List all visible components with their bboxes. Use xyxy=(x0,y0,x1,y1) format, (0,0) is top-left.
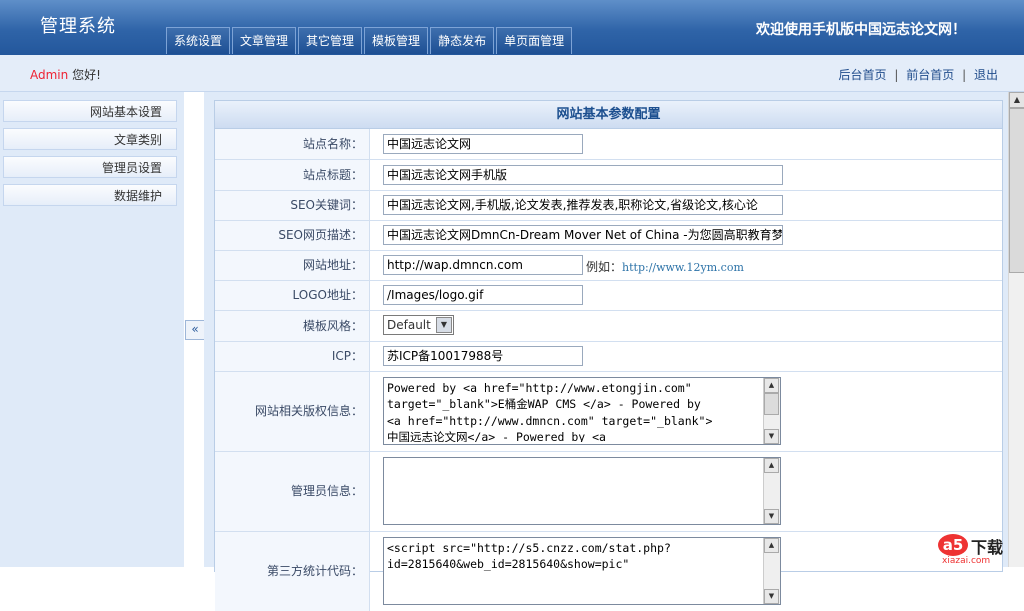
link-separator: | xyxy=(894,68,899,82)
form-title: 网站基本参数配置 xyxy=(215,101,1002,129)
sub-bar: Admin 您好! 后台首页 | 前台首页 | 退出 xyxy=(0,55,1024,92)
settings-form: 网站基本参数配置 站点名称： 中国远志论文网 站点标题： 中国远志论文网手机版 … xyxy=(214,100,1003,611)
row-stats-code: 第三方统计代码： <script src="http://s5.cnzz.com… xyxy=(215,532,1002,611)
nav-tab-template-management[interactable]: 模板管理 xyxy=(364,27,429,54)
copyright-text: Powered by <a href="http://www.etongjin.… xyxy=(387,381,713,442)
page-scrollbar[interactable]: ▲ xyxy=(1008,92,1024,567)
admin-info-textarea[interactable]: ▲ ▼ xyxy=(383,457,781,525)
site-url-label: 网站地址： xyxy=(215,251,370,280)
scroll-up-icon[interactable]: ▲ xyxy=(1009,92,1024,108)
main-nav: 系统设置 文章管理 其它管理 模板管理 静态发布 单页面管理 xyxy=(166,27,574,55)
app-title: 管理系统 xyxy=(40,16,116,37)
logo-label: LOGO地址： xyxy=(215,281,370,310)
scroll-up-icon[interactable]: ▲ xyxy=(764,458,779,473)
logout-link[interactable]: 退出 xyxy=(974,68,998,82)
nav-tab-other-management[interactable]: 其它管理 xyxy=(298,27,363,54)
admin-info-label: 管理员信息： xyxy=(215,452,370,531)
main-content: 网站基本参数配置 站点名称： 中国远志论文网 站点标题： 中国远志论文网手机版 … xyxy=(204,92,1009,611)
logo-url-input[interactable]: /Images/logo.gif xyxy=(383,285,583,305)
row-logo: LOGO地址： /Images/logo.gif xyxy=(215,281,1002,311)
a5-watermark-logo: a5 下载 xiazai.com xyxy=(938,532,1020,566)
seo-description-label: SEO网页描述： xyxy=(215,221,370,250)
row-site-name: 站点名称： 中国远志论文网 xyxy=(215,129,1002,160)
top-links: 后台首页 | 前台首页 | 退出 xyxy=(839,66,998,83)
username: Admin xyxy=(30,68,69,82)
scroll-up-icon[interactable]: ▲ xyxy=(764,538,779,553)
template-select[interactable]: Default ▼ xyxy=(383,315,454,335)
page-scroll-thumb[interactable] xyxy=(1009,108,1024,273)
a5-logo-mark: a5 xyxy=(938,534,968,556)
site-name-label: 站点名称： xyxy=(215,129,370,159)
admin-info-text xyxy=(387,460,760,522)
sidebar-item-admin-settings[interactable]: 管理员设置 xyxy=(3,156,177,178)
copyright-textarea[interactable]: Powered by <a href="http://www.etongjin.… xyxy=(383,377,781,445)
watermark-download-text: 下载 xyxy=(971,538,1004,557)
backend-home-link[interactable]: 后台首页 xyxy=(839,68,887,82)
seo-description-input[interactable]: 中国远志论文网DmnCn-Dream Mover Net of China -为… xyxy=(383,225,783,245)
row-template: 模板风格： Default ▼ xyxy=(215,311,1002,342)
user-greeting: Admin 您好! xyxy=(30,66,101,83)
scroll-down-icon[interactable]: ▼ xyxy=(764,589,779,604)
scroll-down-icon[interactable]: ▼ xyxy=(764,429,779,444)
scroll-up-icon[interactable]: ▲ xyxy=(764,378,779,393)
template-label: 模板风格： xyxy=(215,311,370,341)
greeting-text: 您好! xyxy=(72,68,101,82)
nav-tab-article-management[interactable]: 文章管理 xyxy=(232,27,297,54)
site-url-hint: 例如：http://www.12ym.com xyxy=(586,258,744,275)
stats-code-label: 第三方统计代码： xyxy=(215,532,370,611)
row-site-title: 站点标题： 中国远志论文网手机版 xyxy=(215,160,1002,191)
row-copyright: 网站相关版权信息： Powered by <a href="http://www… xyxy=(215,372,1002,452)
seo-keywords-label: SEO关键词： xyxy=(215,191,370,220)
site-name-input[interactable]: 中国远志论文网 xyxy=(383,134,583,154)
stats-code-text: <script src="http://s5.cnzz.com/stat.php… xyxy=(387,541,671,572)
collapse-sidebar-button[interactable]: « xyxy=(185,320,205,340)
site-url-input[interactable]: http://wap.dmncn.com xyxy=(383,255,583,275)
stats-code-scrollbar[interactable]: ▲ ▼ xyxy=(763,538,780,604)
row-icp: ICP： 苏ICP备10017988号 xyxy=(215,342,1002,372)
nav-tab-static-publish[interactable]: 静态发布 xyxy=(430,27,495,54)
icp-input[interactable]: 苏ICP备10017988号 xyxy=(383,346,583,366)
sidebar-item-site-basic-settings[interactable]: 网站基本设置 xyxy=(3,100,177,122)
copyright-scrollbar[interactable]: ▲ ▼ xyxy=(763,378,780,444)
nav-tab-system-settings[interactable]: 系统设置 xyxy=(166,27,231,54)
row-admin-info: 管理员信息： ▲ ▼ xyxy=(215,452,1002,532)
site-url-example: http://www.12ym.com xyxy=(622,261,744,274)
scroll-down-icon[interactable]: ▼ xyxy=(764,509,779,524)
admin-info-scrollbar[interactable]: ▲ ▼ xyxy=(763,458,780,524)
icp-label: ICP： xyxy=(215,342,370,371)
chevron-down-icon: ▼ xyxy=(436,317,452,333)
copyright-label: 网站相关版权信息： xyxy=(215,372,370,451)
welcome-message: 欢迎使用手机版中国远志论文网！ xyxy=(756,22,966,38)
sidebar-item-article-categories[interactable]: 文章类别 xyxy=(3,128,177,150)
header: 管理系统 系统设置 文章管理 其它管理 模板管理 静态发布 单页面管理 欢迎使用… xyxy=(0,0,1024,55)
site-title-label: 站点标题： xyxy=(215,160,370,190)
row-seo-keywords: SEO关键词： 中国远志论文网,手机版,论文发表,推荐发表,职称论文,省级论文,… xyxy=(215,191,1002,221)
frontend-home-link[interactable]: 前台首页 xyxy=(906,68,954,82)
row-site-url: 网站地址： http://wap.dmncn.com 例如：http://www… xyxy=(215,251,1002,281)
nav-tab-single-page-management[interactable]: 单页面管理 xyxy=(496,27,573,54)
sidebar-item-data-maintenance[interactable]: 数据维护 xyxy=(3,184,177,206)
row-seo-description: SEO网页描述： 中国远志论文网DmnCn-Dream Mover Net of… xyxy=(215,221,1002,251)
stats-code-textarea[interactable]: <script src="http://s5.cnzz.com/stat.php… xyxy=(383,537,781,605)
template-selected-value: Default xyxy=(387,318,431,332)
seo-keywords-input[interactable]: 中国远志论文网,手机版,论文发表,推荐发表,职称论文,省级论文,核心论 xyxy=(383,195,783,215)
watermark-site-text: xiazai.com xyxy=(942,556,991,566)
site-url-hint-label: 例如： xyxy=(586,260,623,274)
sidebar: 网站基本设置 文章类别 管理员设置 数据维护 xyxy=(0,92,184,567)
scroll-thumb[interactable] xyxy=(764,393,779,415)
site-title-input[interactable]: 中国远志论文网手机版 xyxy=(383,165,783,185)
link-separator: | xyxy=(962,68,967,82)
